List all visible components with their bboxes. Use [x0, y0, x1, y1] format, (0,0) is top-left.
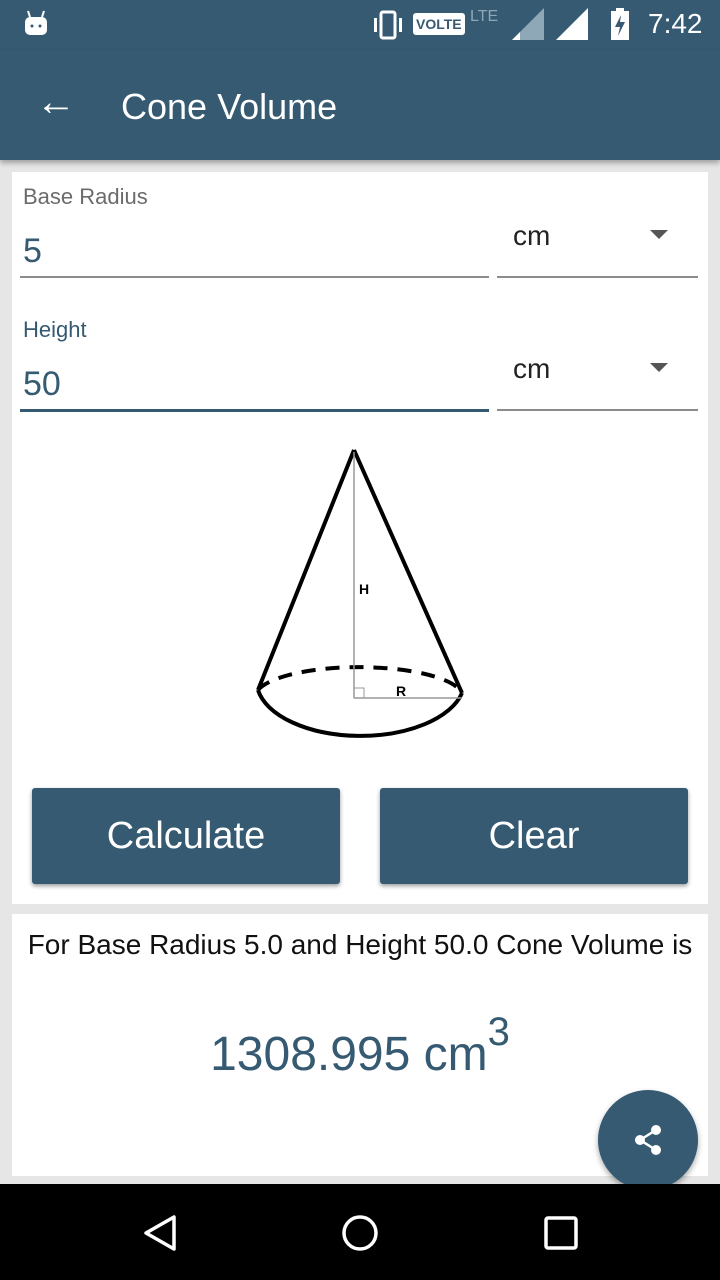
- clock: 7:42: [648, 8, 703, 39]
- height-dropdown-icon[interactable]: [650, 363, 668, 372]
- result-description: For Base Radius 5.0 and Height 50.0 Cone…: [27, 929, 693, 960]
- clear-button[interactable]: Clear: [380, 788, 688, 884]
- radius-dropdown-icon[interactable]: [650, 230, 668, 239]
- input-card: Base Radius 5 cm Height 50 cm H R Calcul…: [12, 172, 708, 904]
- result-exponent: 3: [487, 1010, 510, 1054]
- home-nav-icon[interactable]: [340, 1213, 380, 1253]
- vibrate-icon: [374, 10, 402, 40]
- radius-input[interactable]: 5: [23, 232, 42, 271]
- share-icon: [635, 1125, 661, 1155]
- height-label: Height: [23, 317, 87, 342]
- height-unit-select[interactable]: cm: [513, 353, 550, 385]
- navigation-bar: [0, 1184, 720, 1280]
- signal-icon-2: [556, 8, 588, 40]
- radius-label: Base Radius: [23, 184, 148, 209]
- android-icon: [25, 10, 47, 35]
- height-underline: [20, 409, 489, 412]
- result-number: 1308.995 cm: [210, 1028, 488, 1081]
- cone-diagram: H R: [256, 449, 464, 738]
- page-title: Cone Volume: [121, 86, 338, 127]
- height-input[interactable]: 50: [23, 365, 61, 404]
- height-unit-underline: [497, 409, 698, 411]
- calculate-button[interactable]: Calculate: [32, 788, 340, 884]
- app-bar: ← Cone Volume: [0, 50, 720, 160]
- lte-indicator: LTE: [470, 8, 499, 25]
- battery-charging-icon: [611, 8, 629, 40]
- radius-unit-select[interactable]: cm: [513, 220, 550, 252]
- back-arrow-icon[interactable]: ←: [36, 82, 76, 122]
- h-label: H: [359, 581, 369, 597]
- r-label: R: [396, 683, 406, 699]
- recents-nav-icon[interactable]: [543, 1215, 579, 1251]
- share-button[interactable]: [598, 1090, 698, 1190]
- radius-underline: [20, 276, 489, 278]
- radius-unit-underline: [497, 276, 698, 278]
- result-value: 1308.995 cm3: [12, 1010, 708, 1082]
- volte-badge: VOLTE: [413, 13, 465, 35]
- status-bar: VOLTE LTE 7:42: [0, 0, 720, 50]
- back-nav-icon[interactable]: [142, 1214, 178, 1252]
- signal-icon: [512, 8, 544, 40]
